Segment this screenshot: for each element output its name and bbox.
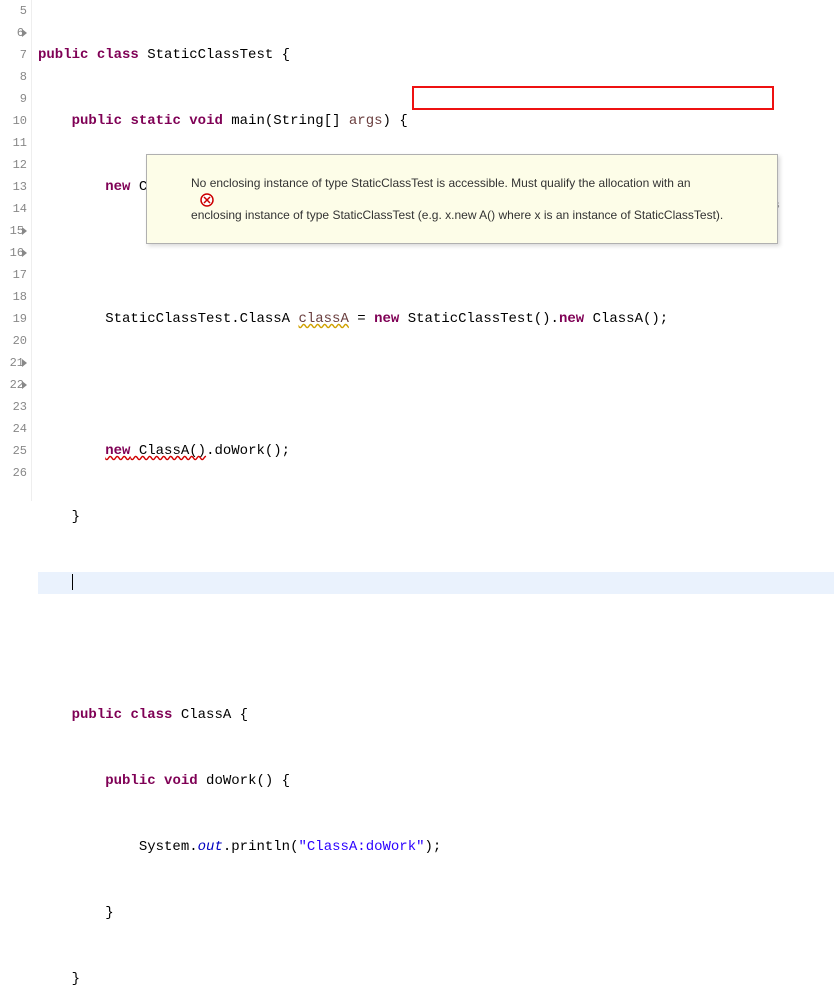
line-number-gutter: 5 6 7 8 9 10 11 12 13 14 15 16 17 18 19 … (0, 0, 32, 501)
code-line[interactable] (38, 572, 834, 594)
code-line[interactable]: System.out.println("ClassA:doWork"); (38, 836, 834, 858)
current-line-highlight (38, 572, 834, 594)
compile-error[interactable]: ClassA() (130, 443, 206, 459)
code-line[interactable]: public class ClassA { (38, 704, 834, 726)
line-number: 19 (0, 308, 27, 330)
code-line[interactable]: public class StaticClassTest { (38, 44, 834, 66)
code-line[interactable]: } (38, 968, 834, 990)
fold-indicator-icon[interactable] (22, 29, 27, 37)
code-area[interactable]: public class StaticClassTest { public st… (32, 0, 834, 501)
tooltip-text: enclosing instance of type StaticClassTe… (191, 208, 418, 222)
code-line[interactable]: public static void main(String[] args) { (38, 110, 834, 132)
error-tooltip[interactable]: No enclosing instance of type StaticClas… (146, 154, 778, 244)
text-cursor (72, 574, 73, 590)
code-line[interactable] (38, 374, 834, 396)
compile-error[interactable]: new (105, 443, 130, 459)
line-number: 14 (0, 198, 27, 220)
line-number: 9 (0, 88, 27, 110)
line-number: 24 (0, 418, 27, 440)
line-number: 22 (0, 374, 27, 396)
line-number: 12 (0, 154, 27, 176)
code-line[interactable] (38, 638, 834, 660)
line-number: 20 (0, 330, 27, 352)
tooltip-text: (e.g. x.new A() where x is an instance o… (418, 208, 723, 222)
code-line[interactable]: } (38, 506, 834, 528)
annotation-box (412, 86, 774, 110)
code-editor[interactable]: 5 6 7 8 9 10 11 12 13 14 15 16 17 18 19 … (0, 0, 834, 501)
code-line[interactable]: new ClassA().doWork(); (38, 440, 834, 462)
line-number: 21 (0, 352, 27, 374)
line-number: 11 (0, 132, 27, 154)
line-number: 17 (0, 264, 27, 286)
line-number: 6 (0, 22, 27, 44)
code-line[interactable]: StaticClassTest.ClassA classA = new Stat… (38, 308, 834, 330)
line-number: 23 (0, 396, 27, 418)
line-number: 8 (0, 66, 27, 88)
fold-indicator-icon[interactable] (22, 227, 27, 235)
code-line[interactable]: public void doWork() { (38, 770, 834, 792)
line-number: 15 (0, 220, 27, 242)
error-icon (173, 177, 187, 191)
line-number: 16 (0, 242, 27, 264)
line-number: 10 (0, 110, 27, 132)
line-number: 7 (0, 44, 27, 66)
fold-indicator-icon[interactable] (22, 359, 27, 367)
line-number: 26 (0, 462, 27, 484)
line-number: 13 (0, 176, 27, 198)
fold-indicator-icon[interactable] (22, 381, 27, 389)
line-number: 18 (0, 286, 27, 308)
fold-indicator-icon[interactable] (22, 249, 27, 257)
line-number: 5 (0, 0, 27, 22)
code-line[interactable] (38, 242, 834, 264)
line-number: 25 (0, 440, 27, 462)
code-line[interactable]: } (38, 902, 834, 924)
unused-variable-warning[interactable]: classA (298, 311, 348, 327)
tooltip-text: No enclosing instance of type StaticClas… (191, 176, 691, 190)
